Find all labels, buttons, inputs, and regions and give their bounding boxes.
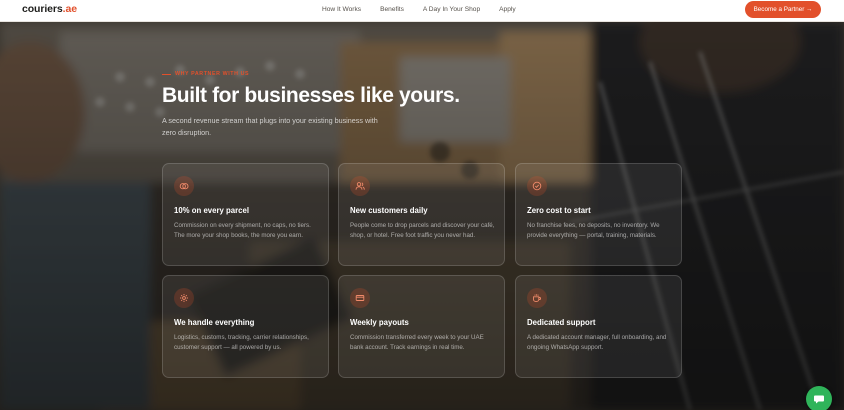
benefit-card-new-customers: New customers daily People come to drop … — [338, 163, 505, 266]
logo[interactable]: couriers.ae — [22, 3, 77, 15]
eyebrow-line — [162, 73, 171, 75]
nav-link-apply[interactable]: Apply — [499, 6, 516, 13]
coins-icon — [174, 176, 194, 196]
card-description: Commission on every shipment, no caps, n… — [174, 222, 311, 240]
card-title: 10% on every parcel — [174, 206, 249, 215]
card-description: Commission transferred every week to you… — [350, 334, 484, 352]
benefit-card-zero-cost: Zero cost to start No franchise fees, no… — [515, 163, 682, 266]
gear-icon — [174, 288, 194, 308]
benefit-card-we-handle: We handle everything Logistics, customs,… — [162, 275, 329, 378]
nav-link-how-it-works[interactable]: How It Works — [322, 6, 361, 13]
chat-bubble-icon — [814, 395, 824, 404]
become-partner-button[interactable]: Become a Partner → — [745, 1, 821, 18]
card-description: No franchise fees, no deposits, no inven… — [527, 222, 660, 240]
top-navigation: couriers.ae How It Works Benefits A Day … — [0, 0, 844, 22]
section-subhead: A second revenue stream that plugs into … — [162, 116, 378, 137]
logo-text: couriers — [22, 3, 63, 15]
benefit-card-weekly-payouts: Weekly payouts Commission transferred ev… — [338, 275, 505, 378]
eyebrow-text: Why partner with us — [175, 71, 250, 77]
benefit-cards: 10% on every parcel Commission on every … — [162, 163, 682, 378]
card-description: People come to drop parcels and discover… — [350, 222, 495, 240]
card-description: Logistics, customs, tracking, carrier re… — [174, 334, 309, 352]
benefit-card-commission: 10% on every parcel Commission on every … — [162, 163, 329, 266]
card-description: A dedicated account manager, full onboar… — [527, 334, 667, 352]
card-title: Zero cost to start — [527, 206, 591, 215]
section-headline: Built for businesses like yours. — [162, 84, 460, 107]
card-title: We handle everything — [174, 318, 255, 327]
section-eyebrow: Why partner with us — [162, 71, 249, 77]
logo-domain: .ae — [62, 3, 77, 15]
nav-links: How It Works Benefits A Day In Your Shop… — [322, 6, 535, 13]
users-icon — [350, 176, 370, 196]
coffee-cup-icon — [527, 288, 547, 308]
nav-link-day-in-your-shop[interactable]: A Day In Your Shop — [423, 6, 480, 13]
check-circle-icon — [527, 176, 547, 196]
card-title: Weekly payouts — [350, 318, 409, 327]
nav-link-benefits[interactable]: Benefits — [380, 6, 404, 13]
chat-button[interactable] — [806, 386, 832, 410]
benefit-card-dedicated-support: Dedicated support A dedicated account ma… — [515, 275, 682, 378]
page: couriers.ae How It Works Benefits A Day … — [0, 0, 844, 410]
card-title: New customers daily — [350, 206, 428, 215]
credit-card-icon — [350, 288, 370, 308]
card-title: Dedicated support — [527, 318, 596, 327]
